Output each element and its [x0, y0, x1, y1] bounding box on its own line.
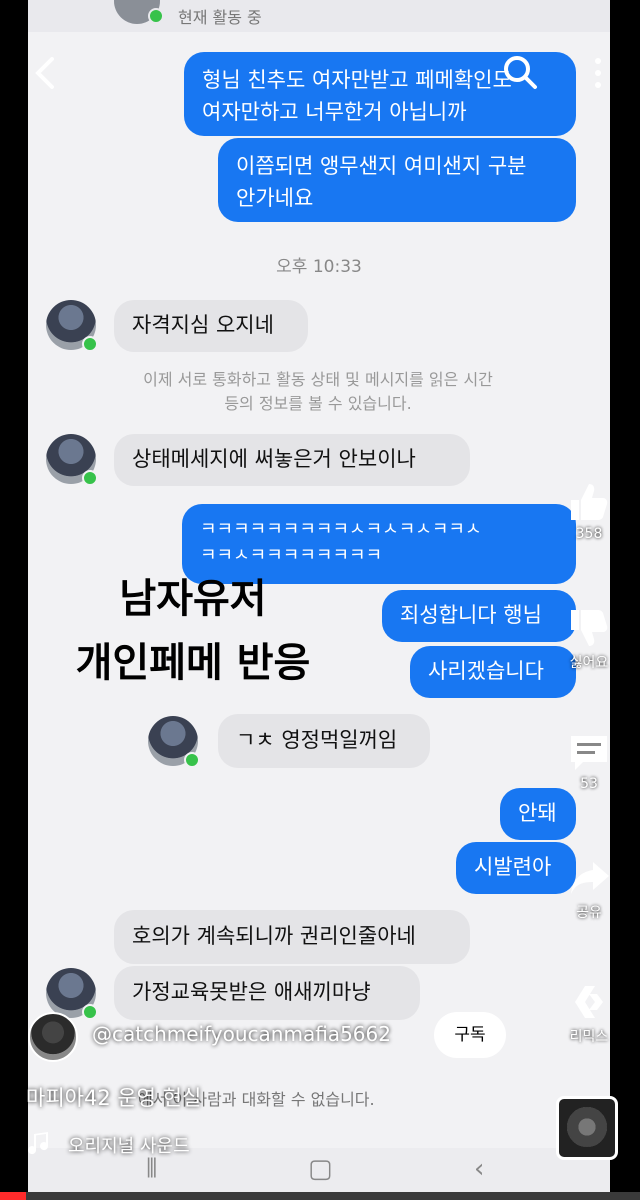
online-indicator: [184, 752, 200, 768]
like-button[interactable]: 358: [554, 480, 624, 542]
channel-avatar[interactable]: [28, 1012, 78, 1062]
back-icon: ‹: [474, 1154, 485, 1184]
dislike-label: 싫어요: [569, 655, 609, 671]
channel-name[interactable]: @catchmeifyoucanmafia5662: [92, 1022, 391, 1046]
message-incoming: 호의가 계속되니까 권리인줄아네: [114, 910, 470, 964]
dislike-button[interactable]: 싫어요: [554, 606, 624, 672]
blocked-notice: 에서 이 사람과 대화할 수 없습니다.: [138, 1090, 375, 1109]
share-arrow-icon: [571, 862, 609, 894]
message-timestamp: 오후 10:33: [276, 257, 362, 277]
home-icon: ▢: [308, 1154, 333, 1184]
subscribe-button[interactable]: 구독: [434, 1012, 506, 1058]
search-icon[interactable]: [502, 54, 538, 94]
sound-thumbnail[interactable]: [556, 1096, 618, 1160]
chat-header: 현재 활동 중: [28, 0, 610, 32]
active-status: 현재 활동 중: [178, 8, 262, 27]
message-incoming: 상태메세지에 써놓은거 안보이나: [114, 434, 470, 486]
thumbs-up-icon: [571, 484, 608, 520]
online-indicator: [82, 336, 98, 352]
music-note-icon: [28, 1132, 49, 1155]
remix-button[interactable]: 리믹스: [554, 980, 624, 1046]
more-options-icon[interactable]: [590, 56, 606, 94]
remix-icon: [575, 986, 603, 1018]
message-outgoing: 사리겠습니다: [410, 646, 576, 698]
sound-link[interactable]: 오리지널 사운드: [28, 1132, 190, 1163]
overlay-caption-line1: 남자유저: [119, 576, 267, 622]
online-indicator: [82, 470, 98, 486]
comment-icon: [571, 736, 607, 770]
share-button[interactable]: 공유: [554, 856, 624, 922]
online-indicator: [148, 8, 164, 24]
sound-label: 오리지널 사운드: [68, 1136, 190, 1157]
video-title[interactable]: 마피아42 운영 현실: [26, 1082, 201, 1112]
info-notice: 이제 서로 통화하고 활동 상태 및 메시지를 읽은 시간 등의 정보를 볼 수…: [143, 370, 493, 413]
remix-label: 리믹스: [569, 1029, 609, 1045]
online-indicator: [82, 1004, 98, 1020]
share-label: 공유: [576, 905, 602, 921]
comments-button[interactable]: 53: [554, 730, 624, 792]
message-incoming: ㄱㅊ 영정먹일꺼임: [218, 714, 430, 768]
message-outgoing: 안돼: [500, 788, 576, 840]
video-progress-fill: [0, 1192, 26, 1200]
video-progress-bar[interactable]: [0, 1192, 640, 1200]
like-count: 358: [575, 526, 603, 542]
back-arrow-icon[interactable]: [30, 56, 60, 94]
thumbs-down-icon: [571, 610, 608, 646]
message-incoming: 가정교육못받은 애새끼마냥: [114, 966, 420, 1020]
recent-apps-icon: ⦀: [146, 1154, 158, 1184]
comment-count: 53: [580, 776, 598, 792]
message-incoming: 자격지심 오지네: [114, 300, 308, 352]
overlay-caption-line2: 개인페메 반응: [75, 640, 311, 686]
message-outgoing: 이쯤되면 앵무샌지 여미샌지 구분 안가네요: [218, 138, 576, 222]
message-outgoing: 죄성합니다 행님: [382, 590, 576, 642]
